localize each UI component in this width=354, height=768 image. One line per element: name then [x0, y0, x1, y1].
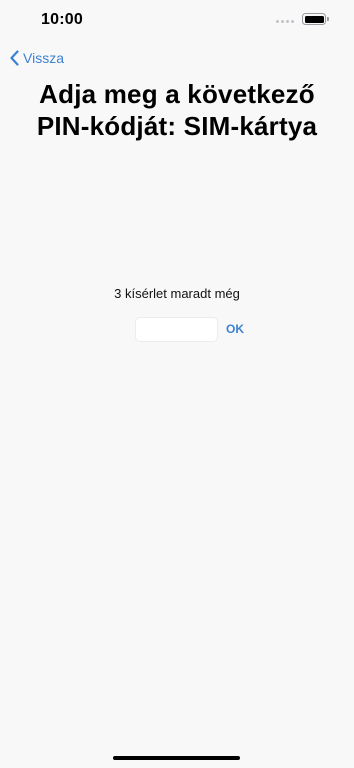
sim-pin-screen: 10:00 Vissza Adja meg a következő PIN-kó…	[0, 0, 354, 768]
status-bar: 10:00	[0, 0, 354, 44]
battery-cap	[327, 17, 329, 21]
back-button[interactable]: Vissza	[9, 48, 64, 68]
page-title-line-1: Adja meg a következő	[39, 79, 315, 109]
ok-button[interactable]: OK	[226, 322, 244, 336]
battery-level	[304, 15, 324, 23]
home-indicator[interactable]	[113, 756, 240, 760]
back-label: Vissza	[23, 50, 64, 66]
signal-dots-icon	[276, 18, 294, 24]
battery-icon	[302, 13, 326, 25]
chevron-left-icon	[10, 50, 19, 66]
status-time: 10:00	[41, 11, 83, 28]
page-title: Adja meg a következő PIN-kódját: SIM-kár…	[0, 78, 354, 142]
page-title-line-2: PIN-kódját: SIM-kártya	[36, 111, 318, 141]
attempts-remaining-text: 3 kísérlet maradt még	[114, 286, 240, 301]
pin-input[interactable]	[135, 317, 218, 342]
